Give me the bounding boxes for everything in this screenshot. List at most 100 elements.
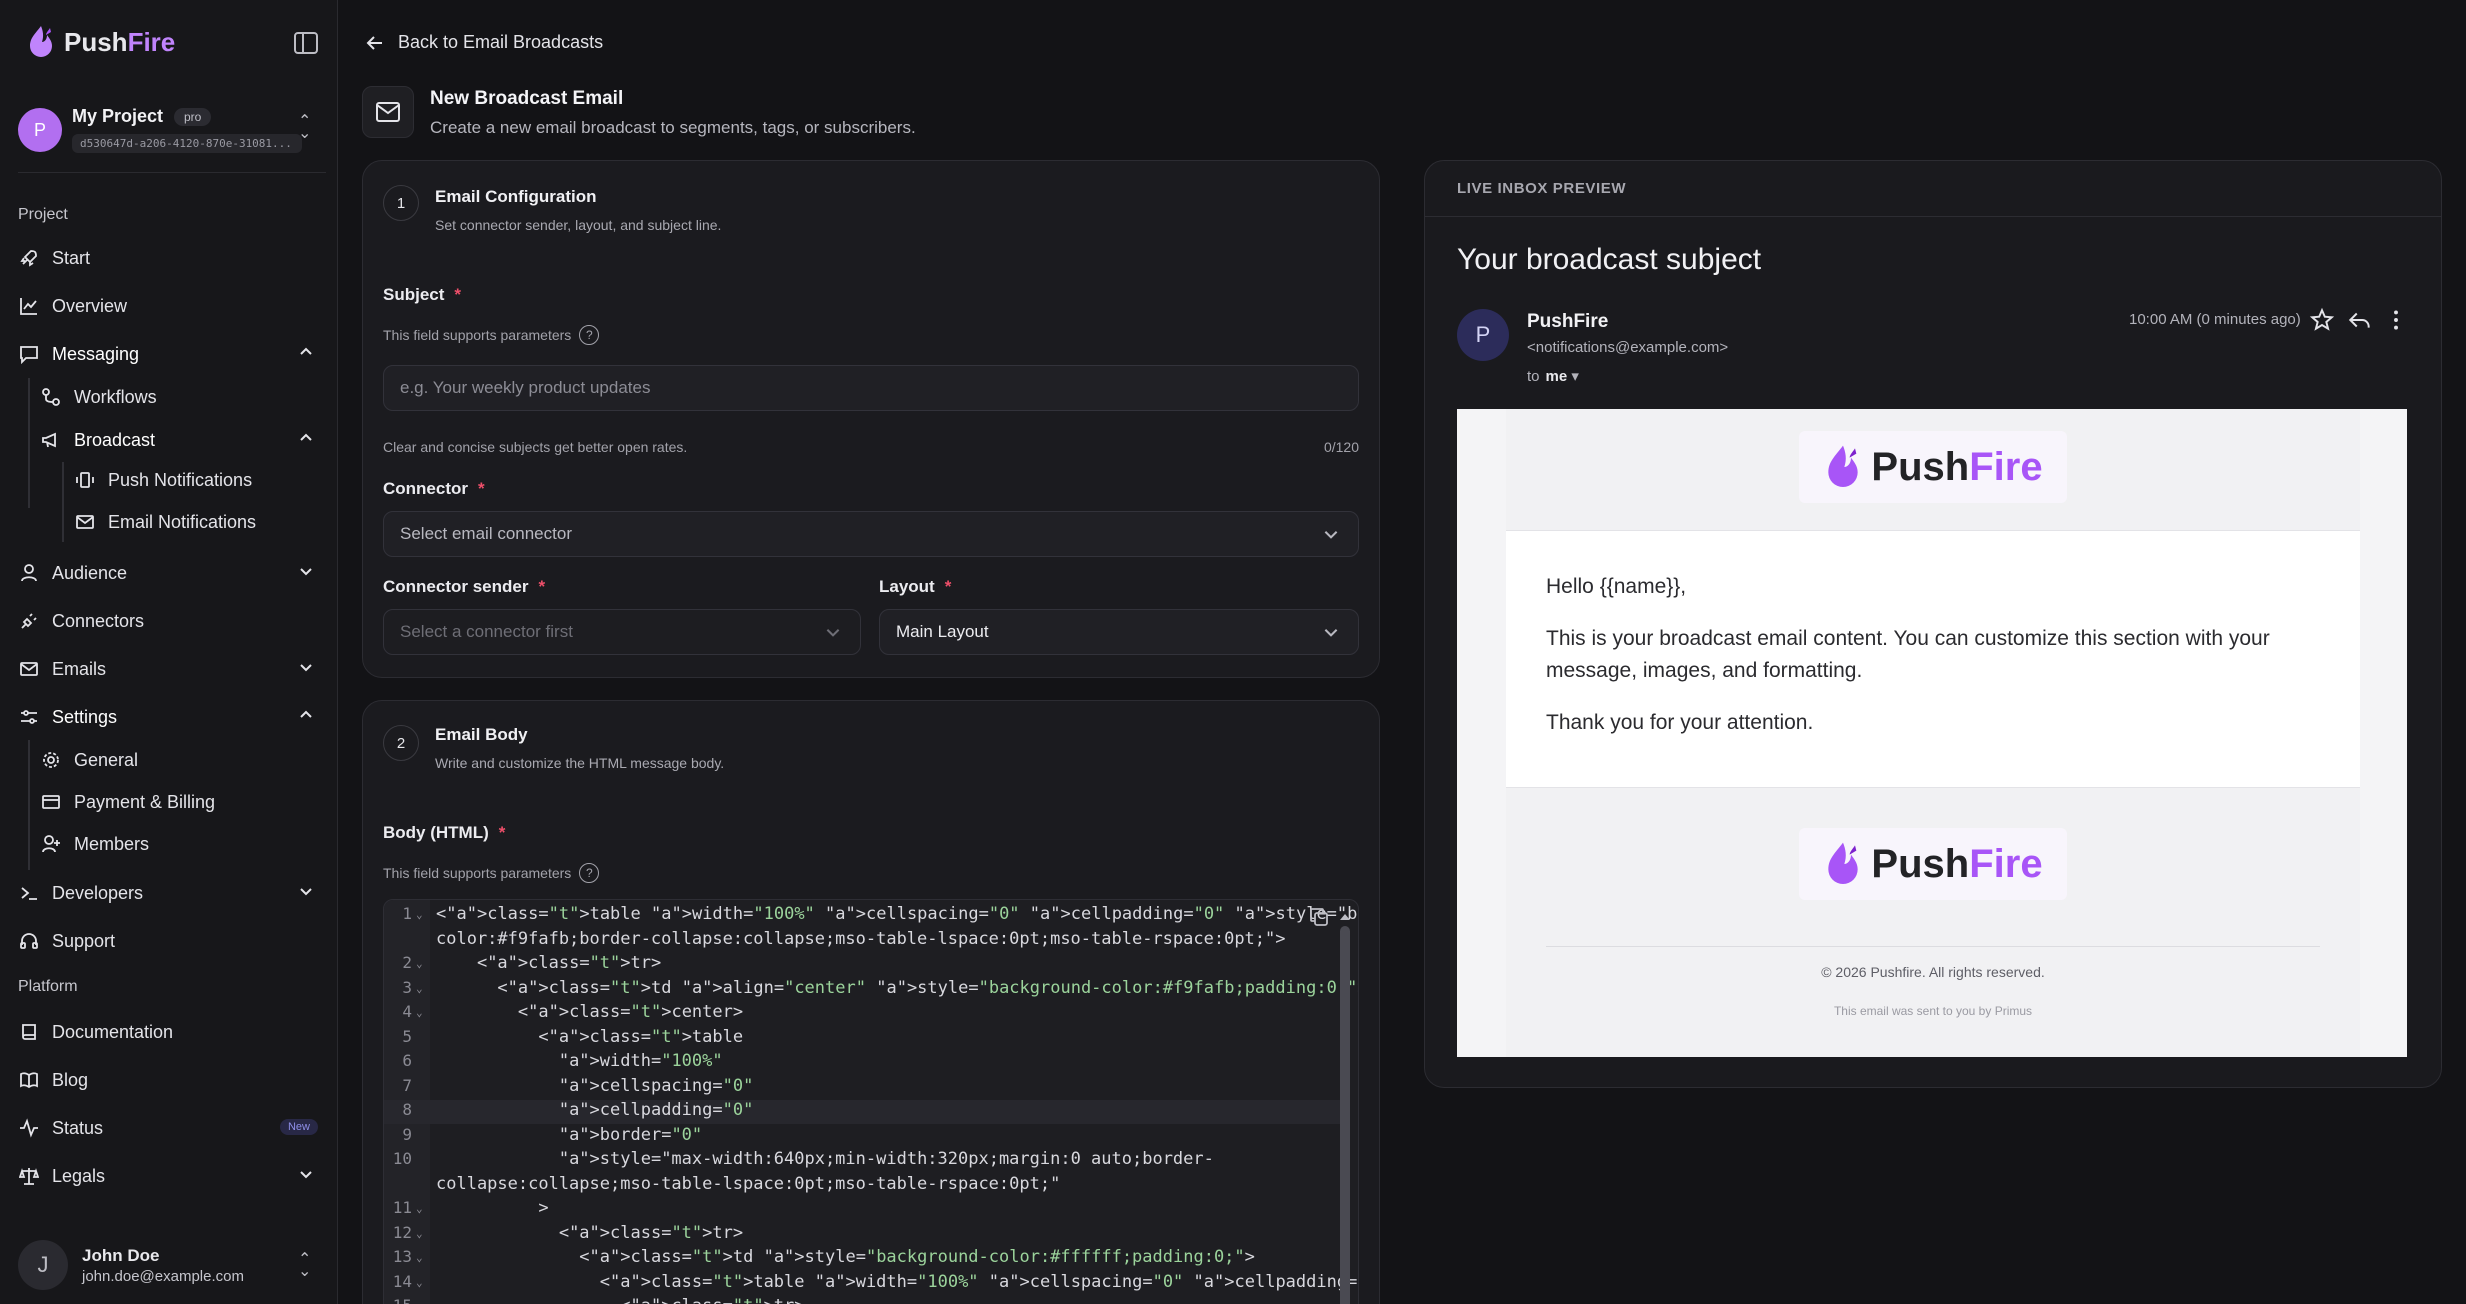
sidebar-item-connectors[interactable]: Connectors xyxy=(18,601,324,641)
sidebar-item-broadcast[interactable]: Broadcast xyxy=(40,420,324,460)
user-plus-icon xyxy=(40,833,62,855)
sidebar-item-label: Overview xyxy=(52,295,128,316)
fold-chevron-icon[interactable]: ⌄ xyxy=(416,957,423,970)
fold-chevron-icon[interactable]: ⌄ xyxy=(416,982,423,995)
sidebar-item-label: Documentation xyxy=(52,1021,174,1042)
brand-logo[interactable]: PushFire xyxy=(26,24,175,60)
code-line[interactable]: 6 "a">width="100%" xyxy=(384,1051,1344,1075)
code-line[interactable]: 4 ⌄ <"a">class="t">center> xyxy=(384,1002,1344,1026)
code-line[interactable]: 2 ⌄ <"a">class="t">tr> xyxy=(384,953,1344,977)
code-line[interactable]: 14 ⌄ <"a">class="t">table "a">width="100%… xyxy=(384,1272,1358,1296)
fold-chevron-icon[interactable]: ⌄ xyxy=(416,1251,423,1264)
tree-line xyxy=(62,462,64,542)
copy-icon[interactable] xyxy=(1308,906,1330,928)
sidebar-item-blog[interactable]: Blog xyxy=(18,1060,324,1100)
sidebar: PushFire P My Project pro d530647d-a206-… xyxy=(0,0,338,1304)
live-inbox-preview: LIVE INBOX PREVIEW Your broadcast subjec… xyxy=(1424,160,2442,1088)
sidebar-item-push-notifications[interactable]: Push Notifications xyxy=(74,460,324,500)
code-line[interactable]: 13 ⌄ <"a">class="t">td "a">style="backgro… xyxy=(384,1247,1344,1271)
code-text: <"a">class="t">td "a">style="background-… xyxy=(436,1247,1255,1267)
sidebar-item-status[interactable]: Status New xyxy=(18,1108,324,1148)
code-line[interactable]: 3 ⌄ <"a">class="t">td "a">align="center" … xyxy=(384,978,1358,1002)
layout-select[interactable]: Main Layout xyxy=(879,609,1359,655)
sidebar-item-general[interactable]: General xyxy=(40,740,324,780)
new-badge: New xyxy=(279,1119,318,1135)
editor-scrollbar[interactable] xyxy=(1338,908,1352,1304)
sidebar-item-settings[interactable]: Settings xyxy=(18,697,324,737)
fold-chevron-icon[interactable]: ⌄ xyxy=(416,1006,423,1019)
scroll-thumb[interactable] xyxy=(1340,926,1350,1304)
code-text: "a">cellspacing="0" xyxy=(558,1075,754,1096)
sidebar-item-label: Legals xyxy=(52,1165,106,1186)
code-line[interactable]: 11 ⌄ > xyxy=(384,1198,1344,1222)
help-icon[interactable]: ? xyxy=(579,863,600,883)
sidebar-toggle-icon[interactable] xyxy=(294,32,318,54)
page-title: New Broadcast Email xyxy=(430,88,624,109)
fold-chevron-icon[interactable]: ⌄ xyxy=(416,1300,423,1304)
body-hint: This field supports parameters? xyxy=(383,863,600,883)
section-label-platform: Platform xyxy=(18,978,78,995)
chart-line-icon xyxy=(18,295,40,317)
fold-chevron-icon[interactable]: ⌄ xyxy=(416,1276,423,1289)
sidebar-item-payment-billing[interactable]: Payment & Billing xyxy=(40,782,324,822)
email-greeting: Hello {{name}}, xyxy=(1546,575,1687,598)
sidebar-item-legals[interactable]: Legals xyxy=(18,1156,324,1196)
sidebar-item-audience[interactable]: Audience xyxy=(18,553,324,593)
user-menu[interactable]: J John Doe john.doe@example.com ⌃ ⌄ xyxy=(18,1240,324,1292)
fold-chevron-icon[interactable]: ⌄ xyxy=(416,1227,423,1240)
email-header: PushFire xyxy=(1506,409,2360,531)
email-body-text: Hello {{name}}, This is your broadcast e… xyxy=(1546,571,2320,759)
help-icon[interactable]: ? xyxy=(579,325,600,345)
plan-badge: pro xyxy=(174,108,212,126)
connector-sender-select[interactable]: Select a connector first xyxy=(383,609,861,655)
more-vertical-icon[interactable] xyxy=(2383,307,2409,333)
preview-header: LIVE INBOX PREVIEW xyxy=(1425,161,2441,217)
sidebar-item-emails[interactable]: Emails xyxy=(18,649,324,689)
subject-input[interactable]: e.g. Your weekly product updates xyxy=(383,365,1359,411)
reply-icon[interactable] xyxy=(2347,307,2373,333)
sidebar-item-label: Messaging xyxy=(52,343,140,364)
star-icon[interactable] xyxy=(2309,307,2335,333)
scroll-up-icon[interactable] xyxy=(1338,911,1352,923)
line-number: 4 xyxy=(402,1002,412,1021)
sidebar-item-overview[interactable]: Overview xyxy=(18,286,324,326)
line-number: 6 xyxy=(402,1051,412,1070)
email-copyright: © 2026 Pushfire. All rights reserved. xyxy=(1821,964,2045,980)
code-line[interactable]: 9 "a">border="0" xyxy=(384,1125,1344,1149)
flame-logo-icon xyxy=(1828,842,1859,884)
fold-chevron-icon[interactable]: ⌄ xyxy=(416,908,423,921)
code-line[interactable]: 12 ⌄ <"a">class="t">tr> xyxy=(384,1223,1344,1247)
sidebar-item-email-notifications[interactable]: Email Notifications xyxy=(74,502,324,542)
sidebar-item-messaging[interactable]: Messaging xyxy=(18,334,324,374)
code-line[interactable]: 10 "a">style="max-width:640px;min-width:… xyxy=(384,1149,1344,1173)
html-code-editor[interactable]: 1 ⌄ <"a">class="t">table "a">width="100%" … xyxy=(383,899,1359,1304)
sidebar-item-start[interactable]: Start xyxy=(18,238,324,278)
fold-chevron-icon[interactable]: ⌄ xyxy=(416,1202,423,1215)
sidebar-item-support[interactable]: Support xyxy=(18,921,324,961)
code-line[interactable]: collapse:collapse;mso-table-lspace:0pt;m… xyxy=(384,1174,1344,1198)
chevron-down-icon xyxy=(1324,531,1338,539)
code-line[interactable]: 15 ⌄ <"a">class="t">tr> xyxy=(384,1296,1344,1304)
email-footer: PushFire © 2026 Pushfire. All rights res… xyxy=(1506,787,2360,1057)
code-line[interactable]: 1 ⌄ <"a">class="t">table "a">width="100%" … xyxy=(384,904,1358,928)
email-content: PushFire Hello {{name}}, This is your br… xyxy=(1506,409,2360,1057)
back-link[interactable]: Back to Email Broadcasts xyxy=(366,32,603,53)
line-number: 15 xyxy=(384,1296,412,1304)
sidebar-item-workflows[interactable]: Workflows xyxy=(40,377,324,417)
project-avatar: P xyxy=(18,108,62,152)
project-switcher[interactable]: P My Project pro d530647d-a206-4120-870e… xyxy=(18,104,324,156)
code-text: collapse:collapse;mso-table-lspace:0pt;m… xyxy=(436,1173,1061,1194)
email-logo: PushFire xyxy=(1799,431,2067,503)
sidebar-item-developers[interactable]: Developers xyxy=(18,873,324,913)
sidebar-item-documentation[interactable]: Documentation xyxy=(18,1012,324,1052)
tree-line xyxy=(28,378,30,508)
sidebar-item-label: Connectors xyxy=(52,610,145,631)
code-line[interactable]: 7 "a">cellspacing="0" xyxy=(384,1076,1344,1100)
code-line[interactable]: color:#f9fafb;border-collapse:collapse;m… xyxy=(384,929,1344,953)
sidebar-item-members[interactable]: Members xyxy=(40,824,324,864)
code-line[interactable]: 5 <"a">class="t">table xyxy=(384,1027,1344,1051)
mail-icon xyxy=(74,511,96,533)
line-number: 7 xyxy=(402,1075,412,1095)
connector-select[interactable]: Select email connector xyxy=(383,511,1359,557)
code-line[interactable]: 8 "a">cellpadding="0" xyxy=(384,1100,1344,1124)
